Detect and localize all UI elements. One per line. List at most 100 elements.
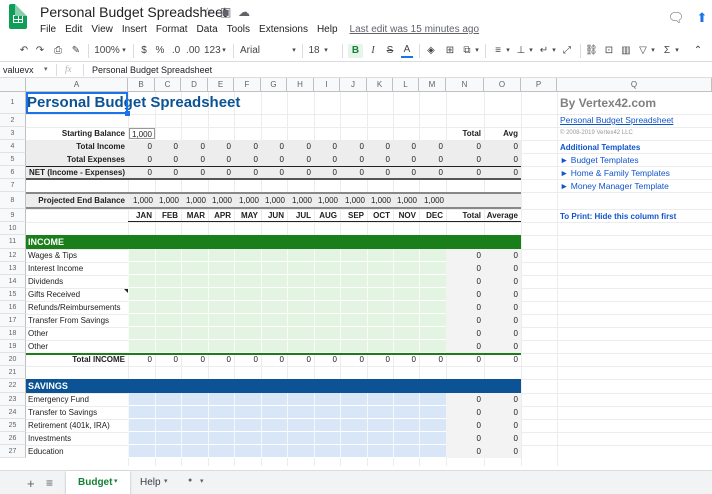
column-header-k[interactable]: K — [367, 78, 393, 92]
row-header[interactable]: 15 — [0, 288, 26, 301]
menu-insert[interactable]: Insert — [122, 24, 147, 35]
document-title[interactable]: Personal Budget Spreadsheet — [40, 4, 227, 20]
sheets-logo-icon[interactable] — [9, 4, 27, 29]
row-header[interactable]: 6 — [0, 166, 26, 179]
line-item-label[interactable]: Retirement (401k, IRA) — [28, 419, 128, 432]
row-header[interactable]: 17 — [0, 314, 26, 327]
row-header[interactable]: 10 — [0, 222, 26, 235]
namebox-chevron-down-icon[interactable]: ▾ — [44, 65, 48, 73]
insert-comment-icon[interactable]: ⊡ — [603, 44, 615, 58]
last-edit-link[interactable]: Last edit was 15 minutes ago — [350, 24, 480, 35]
tab-hidden-chevron-down-icon[interactable]: ▾ — [200, 477, 204, 485]
menu-view[interactable]: View — [91, 24, 113, 35]
starting-balance-input[interactable]: 1,000 — [129, 128, 155, 139]
tab-hidden[interactable]: ● ▾ — [178, 471, 214, 494]
more-formats-button[interactable]: 123 — [204, 44, 221, 58]
comments-icon[interactable]: 🗨 — [666, 10, 686, 26]
column-header-p[interactable]: P — [521, 78, 557, 92]
redo-icon[interactable]: ↷ — [34, 44, 46, 58]
font-chevron-down-icon[interactable]: ▾ — [290, 44, 298, 58]
functions-chevron-down-icon[interactable]: ▾ — [673, 44, 681, 58]
menu-tools[interactable]: Tools — [227, 24, 250, 35]
line-item-label[interactable]: Other — [28, 327, 128, 340]
menu-edit[interactable]: Edit — [65, 24, 82, 35]
cloud-status-icon[interactable]: ☁ — [238, 5, 250, 19]
row-header[interactable]: 8 — [0, 192, 26, 209]
all-sheets-button[interactable]: ≡ — [46, 476, 53, 490]
font-select[interactable]: Arial — [240, 44, 290, 58]
collapse-toolbar-icon[interactable]: ⌃ — [692, 44, 704, 58]
text-color-button[interactable]: A — [401, 44, 413, 58]
column-header-a[interactable]: A — [26, 78, 128, 92]
row-header[interactable]: 2 — [0, 114, 26, 127]
row-header[interactable]: 3 — [0, 127, 26, 140]
add-sheet-button[interactable]: + — [27, 476, 35, 491]
formula-input[interactable]: Personal Budget Spreadsheet — [92, 65, 212, 75]
row-header[interactable]: 5 — [0, 153, 26, 166]
column-header-j[interactable]: J — [340, 78, 367, 92]
undo-icon[interactable]: ↶ — [18, 44, 30, 58]
borders-icon[interactable]: ⊞ — [444, 44, 456, 58]
increase-decimal-button[interactable]: .00 — [185, 44, 201, 58]
merge-chevron-down-icon[interactable]: ▾ — [473, 44, 481, 58]
column-header-f[interactable]: F — [234, 78, 261, 92]
column-header-q[interactable]: Q — [557, 78, 712, 92]
select-all-corner[interactable] — [0, 78, 26, 92]
text-rotation-icon[interactable]: ⤢ — [561, 44, 573, 58]
insert-chart-icon[interactable]: ▥ — [620, 44, 632, 58]
row-header[interactable]: 23 — [0, 393, 26, 406]
tab-help[interactable]: Help ▾ — [130, 471, 178, 494]
tab-budget[interactable]: Budget ▾ — [66, 471, 130, 494]
row-header[interactable]: 27 — [0, 445, 26, 458]
tab-budget-chevron-down-icon[interactable]: ▾ — [114, 477, 118, 485]
row-header[interactable]: 26 — [0, 432, 26, 445]
font-size-select[interactable]: 18 — [307, 44, 321, 58]
line-item-label[interactable]: Wages & Tips — [28, 249, 128, 262]
menu-extensions[interactable]: Extensions — [259, 24, 308, 35]
row-header[interactable]: 20 — [0, 353, 26, 366]
column-header-n[interactable]: N — [446, 78, 484, 92]
insert-link-icon[interactable]: ⛓ — [585, 44, 598, 58]
vertex42-link[interactable]: Personal Budget Spreadsheet — [560, 114, 710, 127]
column-header-l[interactable]: L — [393, 78, 419, 92]
text-wrap-icon[interactable]: ↵ — [538, 44, 550, 58]
row-header[interactable]: 24 — [0, 406, 26, 419]
halign-chevron-down-icon[interactable]: ▾ — [504, 44, 512, 58]
row-header[interactable]: 21 — [0, 366, 26, 379]
line-item-label[interactable]: Refunds/Reimbursements — [28, 301, 128, 314]
row-header[interactable]: 14 — [0, 275, 26, 288]
template-link[interactable]: ► Money Manager Template — [560, 180, 710, 193]
print-icon[interactable]: ⎙ — [52, 44, 64, 58]
column-header-i[interactable]: I — [314, 78, 340, 92]
percent-button[interactable]: % — [155, 44, 165, 58]
template-link[interactable]: ► Home & Family Templates — [560, 167, 710, 180]
menu-help[interactable]: Help — [317, 24, 338, 35]
column-header-e[interactable]: E — [208, 78, 234, 92]
column-header-o[interactable]: O — [484, 78, 521, 92]
row-header[interactable]: 4 — [0, 140, 26, 153]
size-chevron-down-icon[interactable]: ▾ — [322, 44, 330, 58]
row-header[interactable]: 18 — [0, 327, 26, 340]
tab-help-chevron-down-icon[interactable]: ▾ — [164, 477, 168, 485]
menu-data[interactable]: Data — [197, 24, 218, 35]
zoom-chevron-down-icon[interactable]: ▾ — [120, 44, 128, 58]
horizontal-align-icon[interactable]: ≡ — [492, 44, 504, 58]
line-item-label[interactable]: Other — [28, 340, 128, 353]
column-header-b[interactable]: B — [128, 78, 155, 92]
column-header-h[interactable]: H — [287, 78, 314, 92]
menu-file[interactable]: File — [40, 24, 56, 35]
currency-button[interactable]: $ — [139, 44, 149, 58]
row-header[interactable]: 9 — [0, 209, 26, 222]
format-chevron-down-icon[interactable]: ▾ — [220, 44, 228, 58]
row-header[interactable]: 12 — [0, 249, 26, 262]
zoom-select[interactable]: 100% — [94, 44, 120, 58]
line-item-label[interactable]: Gifts Received — [28, 288, 128, 301]
strikethrough-button[interactable]: S — [384, 44, 396, 58]
menu-format[interactable]: Format — [156, 24, 188, 35]
filter-chevron-down-icon[interactable]: ▾ — [649, 44, 657, 58]
line-item-label[interactable]: Transfer to Savings — [28, 406, 128, 419]
italic-button[interactable]: I — [367, 44, 379, 58]
name-box[interactable]: valuevx — [3, 65, 34, 75]
line-item-label[interactable]: Transfer From Savings — [28, 314, 128, 327]
wrap-chevron-down-icon[interactable]: ▾ — [550, 44, 558, 58]
